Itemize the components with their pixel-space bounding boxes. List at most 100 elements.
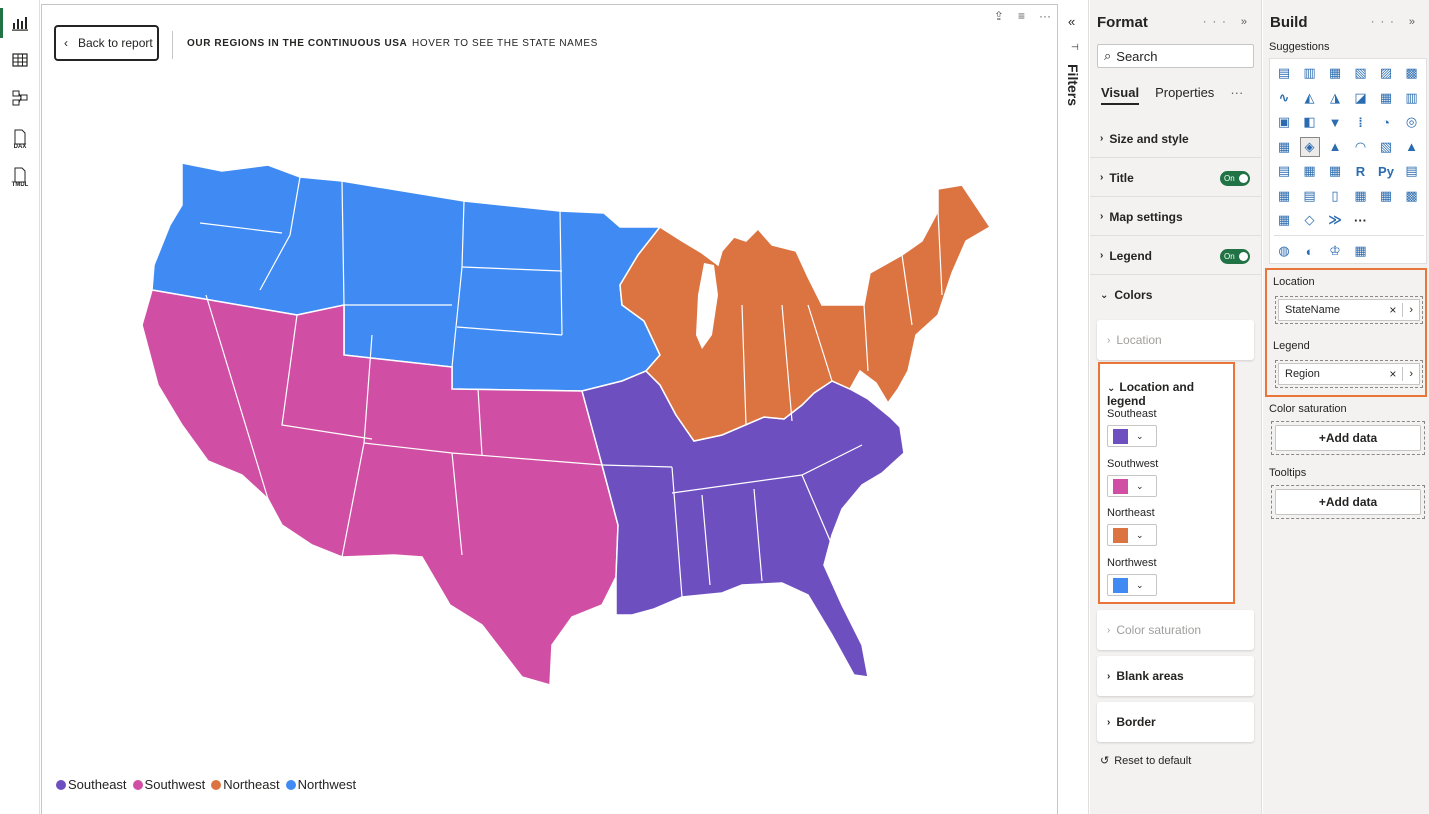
visual-type-icon[interactable]: ▤	[1402, 161, 1422, 181]
visual-type-icon[interactable]: ∿	[1274, 88, 1294, 108]
title-toggle[interactable]: On	[1220, 171, 1250, 186]
table-view-icon[interactable]	[0, 45, 40, 75]
visual-type-icon[interactable]: ▨	[1376, 63, 1396, 83]
visual-type-icon[interactable]: ◐	[1300, 241, 1320, 261]
visual-type-icon[interactable]: ▦	[1325, 63, 1345, 83]
visual-type-icon[interactable]: ▤	[1300, 186, 1320, 206]
format-search-input[interactable]: ⌕ Search	[1097, 44, 1254, 68]
visual-type-icon[interactable]: ▦	[1351, 186, 1371, 206]
visual-type-icon[interactable]: ▥	[1300, 63, 1320, 83]
search-placeholder: Search	[1116, 48, 1158, 64]
legend-item-southeast[interactable]: Southeast	[56, 777, 127, 792]
chevron-down-icon: ⌄	[1100, 289, 1109, 301]
collapse-filters-icon[interactable]: «	[1068, 14, 1075, 29]
visual-type-icon[interactable]: ▦	[1376, 88, 1396, 108]
visual-type-icon[interactable]: ◧	[1300, 112, 1320, 132]
filters-label[interactable]: Filters	[1065, 64, 1081, 106]
visual-type-icon[interactable]: Py	[1376, 161, 1396, 181]
add-data-button[interactable]: +Add data	[1275, 425, 1421, 451]
tooltips-well[interactable]: +Add data	[1271, 485, 1425, 519]
more-visuals-icon[interactable]: ···	[1351, 210, 1371, 230]
tab-visual[interactable]: Visual	[1101, 85, 1140, 105]
tmdl-view-icon[interactable]: TMDL	[0, 160, 40, 190]
legend-item-southwest[interactable]: Southwest	[132, 777, 205, 792]
card-location-and-legend: ⌄ Location and legend Southeast ⌄ Southwe…	[1098, 362, 1235, 604]
tooltips-well-label: Tooltips	[1269, 467, 1307, 479]
section-map-settings[interactable]: › Map settings	[1090, 198, 1262, 236]
visual-type-icon[interactable]: R	[1351, 161, 1371, 181]
build-pane-controls[interactable]: ··· »	[1371, 16, 1421, 28]
visual-type-icon[interactable]: ▲	[1402, 137, 1422, 157]
card-color-saturation[interactable]: › Color saturation	[1097, 610, 1254, 650]
visual-type-icon[interactable]: ▣	[1274, 112, 1294, 132]
color-picker-northwest[interactable]: ⌄	[1107, 574, 1157, 596]
legend-well[interactable]: Region × ›	[1275, 360, 1423, 388]
visual-type-icon[interactable]: ◪	[1351, 88, 1371, 108]
filters-pane-collapsed[interactable]: « ⊣ Filters	[1059, 0, 1089, 814]
visual-type-icon[interactable]: ▥	[1402, 88, 1422, 108]
visual-type-icon[interactable]: ▧	[1376, 137, 1396, 157]
section-colors[interactable]: ⌄ Colors	[1090, 276, 1262, 314]
card-border[interactable]: › Border	[1097, 702, 1254, 742]
visual-type-icon[interactable]: ▦	[1274, 210, 1294, 230]
visual-type-icon[interactable]: ≫	[1325, 210, 1345, 230]
color-picker-northeast[interactable]: ⌄	[1107, 524, 1157, 546]
section-title[interactable]: › Title On	[1090, 159, 1262, 197]
visual-type-icon[interactable]: ▦	[1274, 137, 1294, 157]
chevron-right-icon[interactable]: ›	[1409, 304, 1413, 316]
color-picker-southeast[interactable]: ⌄	[1107, 425, 1157, 447]
location-and-legend-title[interactable]: ⌄ Location and legend	[1107, 380, 1233, 408]
visual-type-icon[interactable]: ▦	[1274, 186, 1294, 206]
reset-label: Reset to default	[1114, 755, 1192, 767]
visual-type-icon[interactable]: ▩	[1402, 63, 1422, 83]
section-legend[interactable]: › Legend On	[1090, 237, 1262, 275]
visual-type-icon[interactable]: ◔	[1376, 112, 1396, 132]
visual-type-icon[interactable]: ◠	[1351, 137, 1371, 157]
visual-type-icon[interactable]: ◭	[1300, 88, 1320, 108]
visual-type-icon[interactable]: ▦	[1325, 161, 1345, 181]
location-well[interactable]: StateName × ›	[1275, 296, 1423, 324]
region-northeast[interactable]	[619, 184, 992, 442]
legend-item-northeast[interactable]: Northeast	[211, 777, 280, 792]
visual-type-icon[interactable]: ◍	[1274, 241, 1294, 261]
visual-type-icon[interactable]: ▩	[1402, 186, 1422, 206]
location-field-pill[interactable]: StateName × ›	[1278, 299, 1420, 321]
legend-toggle[interactable]: On	[1220, 249, 1250, 264]
tab-properties[interactable]: Properties	[1155, 85, 1214, 105]
build-pane: Build ··· » Suggestions ▤ ▥ ▦ ▧ ▨ ▩ ∿ ◭ ◮ ◪ ▦ ▥ ▣ ◧ ▼ ⁞…	[1263, 0, 1429, 814]
format-pane-controls[interactable]: ··· »	[1203, 16, 1253, 28]
visual-type-icon[interactable]: ⁞	[1351, 112, 1371, 132]
visual-type-icon[interactable]: ▦	[1351, 241, 1371, 261]
visual-type-icon[interactable]: ♔	[1325, 241, 1345, 261]
visual-type-icon[interactable]: ▼	[1325, 112, 1345, 132]
visual-type-icon[interactable]: ◈	[1299, 136, 1320, 157]
visual-type-icon[interactable]: ◮	[1325, 88, 1345, 108]
color-picker-southwest[interactable]: ⌄	[1107, 475, 1157, 497]
section-size-and-style[interactable]: › Size and style	[1090, 120, 1262, 158]
legend-field-pill[interactable]: Region × ›	[1278, 363, 1420, 385]
visual-type-icon[interactable]: ◇	[1300, 210, 1320, 230]
visual-type-icon[interactable]: ▦	[1300, 161, 1320, 181]
chevron-right-icon[interactable]: ›	[1409, 368, 1413, 380]
reset-to-default-button[interactable]: ↺ Reset to default	[1100, 754, 1191, 767]
visual-type-icon[interactable]: ▤	[1274, 63, 1294, 83]
legend-item-northwest[interactable]: Northwest	[285, 777, 356, 792]
remove-field-icon[interactable]: ×	[1389, 367, 1396, 381]
dax-query-icon[interactable]: DAX	[0, 122, 40, 152]
add-data-button[interactable]: +Add data	[1275, 489, 1421, 515]
color-saturation-well-label: Color saturation	[1269, 403, 1347, 415]
visual-type-icon[interactable]: ◎	[1402, 112, 1422, 132]
tab-more-icon[interactable]: ···	[1230, 85, 1243, 105]
model-view-icon[interactable]	[0, 83, 40, 113]
color-saturation-well[interactable]: +Add data	[1271, 421, 1425, 455]
card-blank-areas[interactable]: › Blank areas	[1097, 656, 1254, 696]
card-head: › Color saturation	[1097, 610, 1254, 650]
visual-type-icon[interactable]: ▧	[1351, 63, 1371, 83]
visual-type-icon[interactable]: ▯	[1325, 186, 1345, 206]
visual-type-icon[interactable]: ▦	[1376, 186, 1396, 206]
remove-field-icon[interactable]: ×	[1389, 303, 1396, 317]
report-view-icon[interactable]	[0, 8, 40, 38]
card-location[interactable]: › Location	[1097, 320, 1254, 360]
visual-type-icon[interactable]: ▤	[1274, 161, 1294, 181]
visual-type-icon[interactable]: ▲	[1325, 137, 1345, 157]
